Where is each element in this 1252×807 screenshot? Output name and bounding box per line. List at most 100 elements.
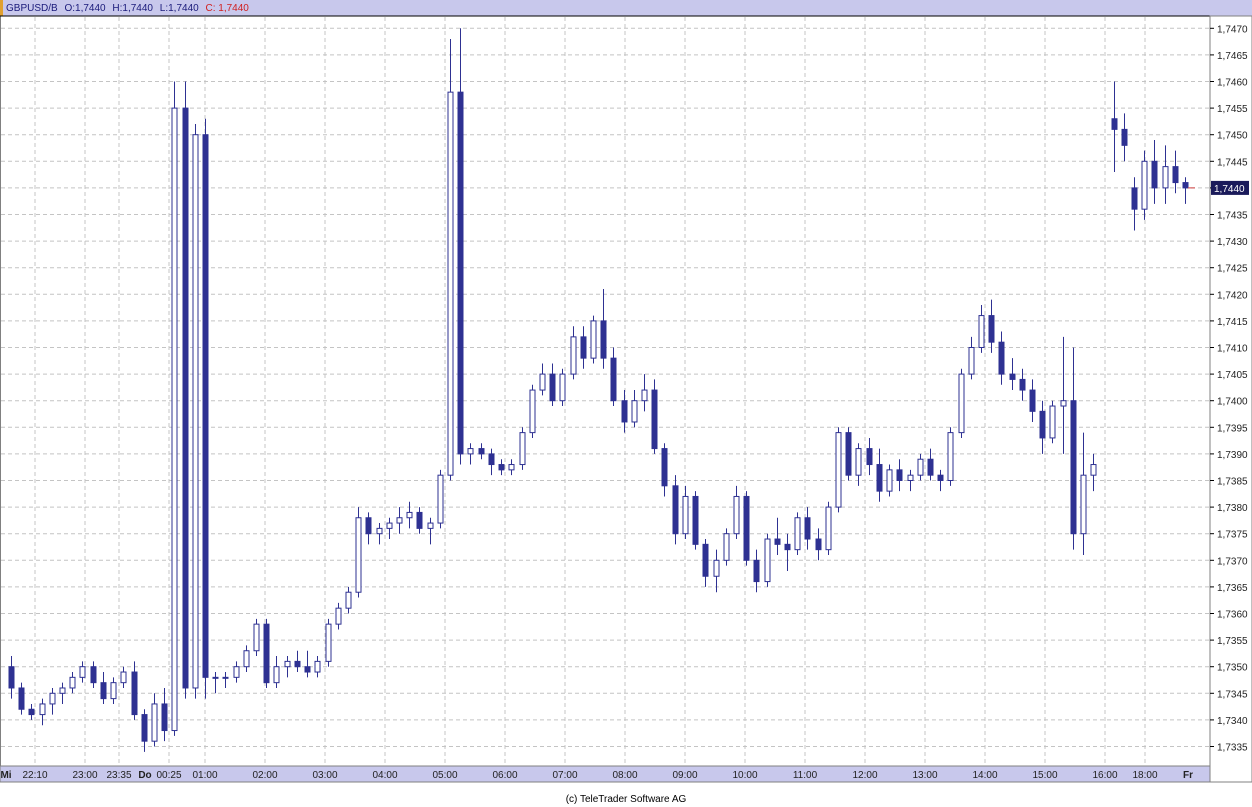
candle-body bbox=[284, 660, 291, 668]
y-tick-label: 1,7430 bbox=[1217, 237, 1248, 248]
candle-body bbox=[876, 464, 883, 492]
candle-body bbox=[90, 666, 97, 684]
candle-body bbox=[651, 389, 658, 450]
candle-body bbox=[570, 336, 577, 375]
candle-body bbox=[233, 666, 240, 678]
x-tick-label: 18:00 bbox=[1132, 770, 1157, 781]
y-tick-label: 1,7435 bbox=[1217, 211, 1248, 222]
candle-body bbox=[416, 511, 423, 529]
candle-body bbox=[764, 538, 771, 583]
x-tick-label: Mi bbox=[0, 770, 11, 781]
x-tick-label: 00:25 bbox=[156, 770, 181, 781]
candle-body bbox=[519, 432, 526, 466]
y-tick-label: 1,7350 bbox=[1217, 663, 1248, 674]
candle-body bbox=[988, 315, 995, 343]
candle-body bbox=[1111, 118, 1118, 130]
y-tick-label: 1,7400 bbox=[1217, 397, 1248, 408]
candle-body bbox=[192, 134, 199, 689]
candle-body bbox=[508, 464, 515, 471]
candle-body bbox=[263, 623, 270, 684]
candle-body bbox=[784, 543, 791, 551]
plot-area[interactable] bbox=[0, 15, 1211, 767]
candle-body bbox=[825, 506, 832, 551]
x-tick-label: 07:00 bbox=[552, 770, 577, 781]
y-tick-label: 1,7395 bbox=[1217, 423, 1248, 434]
candle-body bbox=[968, 347, 975, 375]
candle-body bbox=[610, 357, 617, 402]
candle-body bbox=[753, 559, 760, 583]
candle-body bbox=[406, 511, 413, 519]
y-tick-label: 1,7375 bbox=[1217, 530, 1248, 541]
x-tick-label: 22:10 bbox=[22, 770, 47, 781]
candle-body bbox=[294, 660, 301, 668]
candle-body bbox=[774, 538, 781, 545]
candle-body bbox=[692, 495, 699, 545]
y-tick-label: 1,7340 bbox=[1217, 716, 1248, 727]
x-tick-label: 06:00 bbox=[492, 770, 517, 781]
y-tick-label: 1,7465 bbox=[1217, 51, 1248, 62]
candle-body bbox=[804, 517, 811, 540]
candle-body bbox=[978, 315, 985, 348]
header-symbol: GBPUSD/B bbox=[6, 3, 58, 14]
candle-body bbox=[202, 134, 209, 678]
candle-body bbox=[549, 373, 556, 402]
candle-body bbox=[151, 703, 158, 742]
candle-body bbox=[18, 687, 25, 710]
candle-body bbox=[376, 527, 383, 535]
candle-body bbox=[325, 623, 332, 662]
y-tick-label: 1,7425 bbox=[1217, 264, 1248, 275]
y-tick-label: 1,7450 bbox=[1217, 131, 1248, 142]
x-tick-label: 04:00 bbox=[372, 770, 397, 781]
candle-body bbox=[1019, 378, 1026, 391]
y-tick-label: 1,7360 bbox=[1217, 610, 1248, 621]
x-tick-label: 23:35 bbox=[106, 770, 131, 781]
candle-body bbox=[59, 687, 66, 694]
candle-body bbox=[661, 448, 668, 487]
candle-body bbox=[447, 91, 454, 476]
candle-body bbox=[467, 448, 474, 455]
candle-body bbox=[733, 495, 740, 535]
candle-body bbox=[1029, 389, 1036, 412]
candle-body bbox=[529, 389, 536, 434]
candle-body bbox=[713, 559, 720, 577]
candle-body bbox=[273, 666, 280, 684]
candle-body bbox=[100, 682, 107, 700]
header-open: O:1,7440 bbox=[64, 3, 106, 14]
candle-body bbox=[498, 464, 505, 471]
candle-body bbox=[212, 676, 219, 679]
x-tick-label: 16:00 bbox=[1092, 770, 1117, 781]
candle-body bbox=[488, 453, 495, 466]
copyright-text: (c) TeleTrader Software AG bbox=[565, 794, 687, 805]
candle-body bbox=[855, 448, 862, 476]
y-tick-label: 1,7410 bbox=[1217, 344, 1248, 355]
candle-body bbox=[171, 107, 178, 732]
x-tick-label: 15:00 bbox=[1032, 770, 1057, 781]
y-tick-label: 1,7380 bbox=[1217, 503, 1248, 514]
svg-text:GBPUSD/B O:1,7440 H:1,: GBPUSD/B O:1,7440 H:1,7440 L:1,7440 C: 1… bbox=[6, 3, 249, 14]
candle-body bbox=[396, 517, 403, 524]
x-tick-label: 11:00 bbox=[793, 770, 818, 781]
candle-body bbox=[161, 703, 168, 732]
candle-body bbox=[896, 469, 903, 481]
candle-body bbox=[1049, 405, 1056, 439]
candle-body bbox=[886, 469, 893, 492]
candle-body bbox=[120, 671, 127, 684]
y-tick-label: 1,7420 bbox=[1217, 290, 1248, 301]
candle-body bbox=[1182, 182, 1189, 189]
candle-body bbox=[8, 666, 15, 689]
header-high: H:1,7440 bbox=[112, 3, 153, 14]
candle-body bbox=[917, 458, 924, 476]
candle-body bbox=[815, 538, 822, 551]
x-tick-label: 12:00 bbox=[852, 770, 877, 781]
y-tick-label: 1,7370 bbox=[1217, 556, 1248, 567]
y-tick-label: 1,7460 bbox=[1217, 78, 1248, 89]
candle-body bbox=[631, 400, 638, 423]
candle-body bbox=[1151, 160, 1158, 189]
candle-body bbox=[1060, 400, 1067, 407]
candle-body bbox=[682, 495, 689, 535]
x-tick-label: 03:00 bbox=[312, 770, 337, 781]
candle-body bbox=[222, 676, 229, 679]
x-tick-label: 10:00 bbox=[732, 770, 757, 781]
x-tick-label: 08:00 bbox=[612, 770, 637, 781]
candle-body bbox=[79, 666, 86, 678]
